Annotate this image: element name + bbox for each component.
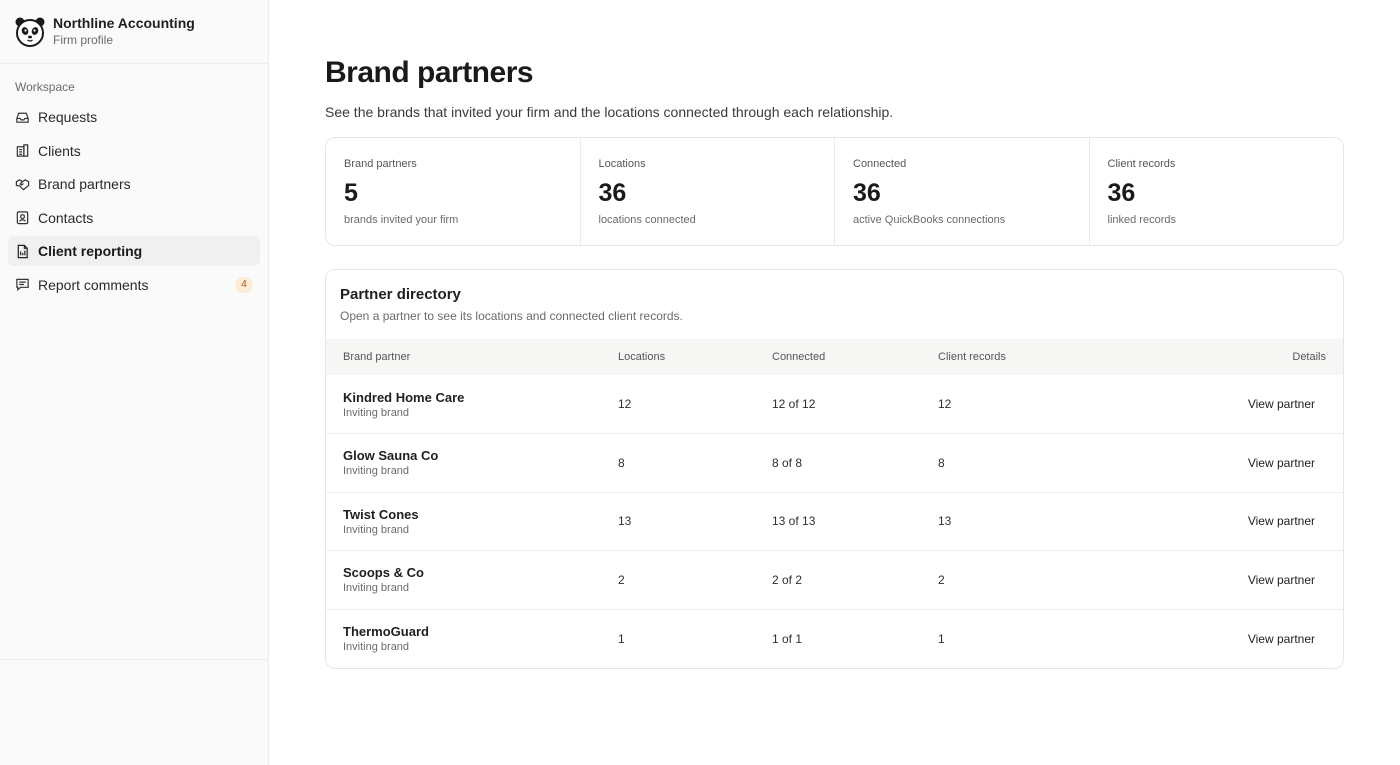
sidebar-footer-divider bbox=[0, 659, 268, 660]
partner-table: Brand partner Locations Connected Client… bbox=[326, 339, 1343, 668]
view-partner-link[interactable]: View partner bbox=[1248, 573, 1315, 587]
sidebar-item-clients[interactable]: Clients bbox=[8, 136, 260, 166]
connected-cell: 2 of 2 bbox=[772, 550, 938, 609]
stats-summary: Brand partners 5 brands invited your fir… bbox=[325, 137, 1344, 246]
partner-type: Inviting brand bbox=[343, 582, 410, 595]
directory-title: Partner directory bbox=[340, 286, 461, 303]
inbox-icon bbox=[16, 112, 29, 123]
view-partner-link[interactable]: View partner bbox=[1248, 514, 1315, 528]
view-partner-link[interactable]: View partner bbox=[1248, 397, 1315, 411]
stat-label: Connected bbox=[853, 158, 907, 170]
sidebar-item-label: Clients bbox=[38, 142, 81, 159]
table-row[interactable]: Glow Sauna Co Inviting brand 8 8 of 8 8 V… bbox=[326, 433, 1343, 492]
main-content: Brand partners See the brands that invit… bbox=[269, 0, 1400, 765]
client-records-cell: 8 bbox=[938, 433, 1107, 492]
comment-count-badge: 4 bbox=[235, 276, 253, 293]
sidebar-item-label: Requests bbox=[38, 109, 98, 125]
column-header-brand-partner: Brand partner bbox=[343, 351, 411, 363]
firm-profile[interactable]: Northline Accounting Firm profile bbox=[0, 0, 268, 64]
sidebar: Northline Accounting Firm profile Worksp… bbox=[0, 0, 269, 765]
locations-cell: 1 bbox=[618, 608, 772, 668]
panda-logo-icon bbox=[15, 17, 45, 47]
sidebar-nav: Requests Clients Brand partners Contacts… bbox=[0, 102, 268, 300]
stat-value: 5 bbox=[344, 179, 358, 207]
building-icon bbox=[16, 144, 29, 157]
client-records-cell: 2 bbox=[938, 550, 1107, 609]
column-header-details: Details bbox=[1292, 351, 1326, 363]
stat-subtext: active QuickBooks connections bbox=[853, 214, 1006, 226]
sidebar-item-client-reporting[interactable]: Client reporting bbox=[8, 236, 260, 267]
connected-cell: 1 of 1 bbox=[772, 608, 938, 668]
stat-locations: Locations 36 locations connected bbox=[581, 138, 835, 245]
firm-subtitle: Firm profile bbox=[53, 33, 114, 47]
client-records-cell: 13 bbox=[938, 491, 1107, 551]
table-row[interactable]: Scoops & Co Inviting brand 2 2 of 2 2 Vie… bbox=[326, 550, 1343, 609]
partner-name: Scoops & Co bbox=[343, 565, 424, 581]
directory-header: Partner directory Open a partner to see … bbox=[326, 270, 1343, 339]
partner-name: Twist Cones bbox=[343, 506, 419, 522]
table-row[interactable]: Twist Cones Inviting brand 13 13 of 13 13… bbox=[326, 491, 1343, 551]
sidebar-item-report-comments[interactable]: Report comments 4 bbox=[8, 270, 260, 300]
page-description: See the brands that invited your firm an… bbox=[325, 104, 894, 120]
sidebar-item-label: Report comments bbox=[38, 276, 149, 293]
stat-subtext: brands invited your firm bbox=[344, 214, 459, 226]
table-row[interactable]: ThermoGuard Inviting brand 1 1 of 1 1 Vie… bbox=[326, 608, 1343, 668]
connected-cell: 8 of 8 bbox=[772, 433, 938, 492]
stat-value: 36 bbox=[853, 179, 881, 207]
contact-icon bbox=[16, 211, 29, 225]
partner-name: Kindred Home Care bbox=[343, 389, 465, 405]
sidebar-item-label: Brand partners bbox=[38, 176, 131, 193]
partner-name: ThermoGuard bbox=[343, 624, 429, 639]
sidebar-item-requests[interactable]: Requests bbox=[8, 102, 260, 132]
partner-type: Inviting brand bbox=[343, 406, 410, 419]
directory-subtitle: Open a partner to see its locations and … bbox=[340, 309, 683, 323]
view-partner-link[interactable]: View partner bbox=[1248, 456, 1315, 470]
column-header-client-records: Client records bbox=[938, 351, 1006, 363]
client-records-cell: 1 bbox=[938, 608, 1107, 668]
partner-type: Inviting brand bbox=[343, 523, 410, 536]
column-header-connected: Connected bbox=[772, 351, 826, 363]
table-row[interactable]: Kindred Home Care Inviting brand 12 12 of… bbox=[326, 375, 1343, 434]
table-header-row: Brand partner Locations Connected Client… bbox=[326, 339, 1343, 375]
stat-subtext: locations connected bbox=[598, 214, 696, 226]
stat-value: 36 bbox=[598, 179, 627, 207]
sidebar-item-label: Client reporting bbox=[38, 243, 143, 260]
client-records-cell: 12 bbox=[938, 397, 952, 411]
stat-label: Locations bbox=[598, 158, 646, 170]
firm-name: Northline Accounting bbox=[53, 15, 195, 31]
partner-name: Glow Sauna Co bbox=[343, 448, 439, 464]
comment-icon bbox=[16, 279, 29, 292]
locations-cell: 13 bbox=[618, 491, 772, 551]
stat-label: Brand partners bbox=[344, 158, 417, 170]
stat-client-records: Client records 36 linked records bbox=[1090, 138, 1344, 245]
locations-cell: 12 bbox=[618, 397, 632, 411]
sidebar-item-contacts[interactable]: Contacts bbox=[8, 203, 260, 233]
stat-value: 36 bbox=[1107, 179, 1136, 207]
connected-cell: 13 of 13 bbox=[772, 491, 938, 551]
stat-subtext: linked records bbox=[1107, 214, 1176, 226]
page-title: Brand partners bbox=[325, 56, 534, 89]
connected-cell: 12 of 12 bbox=[772, 397, 816, 411]
partner-directory: Partner directory Open a partner to see … bbox=[325, 269, 1344, 669]
workspace-section-label: Workspace bbox=[15, 80, 75, 94]
document-icon bbox=[17, 244, 28, 259]
stat-label: Client records bbox=[1107, 158, 1176, 170]
partner-type: Inviting brand bbox=[343, 465, 410, 478]
stat-brand-partners: Brand partners 5 brands invited your fir… bbox=[326, 138, 581, 245]
sidebar-item-label: Contacts bbox=[38, 209, 94, 226]
view-partner-link[interactable]: View partner bbox=[1248, 632, 1315, 646]
locations-cell: 8 bbox=[618, 433, 772, 492]
locations-cell: 2 bbox=[618, 550, 772, 609]
partner-type: Inviting brand bbox=[343, 641, 410, 653]
handshake-icon bbox=[15, 178, 30, 191]
stat-connected: Connected 36 active QuickBooks connectio… bbox=[835, 138, 1090, 245]
sidebar-item-brand-partners[interactable]: Brand partners bbox=[8, 169, 260, 199]
column-header-locations: Locations bbox=[618, 351, 666, 363]
